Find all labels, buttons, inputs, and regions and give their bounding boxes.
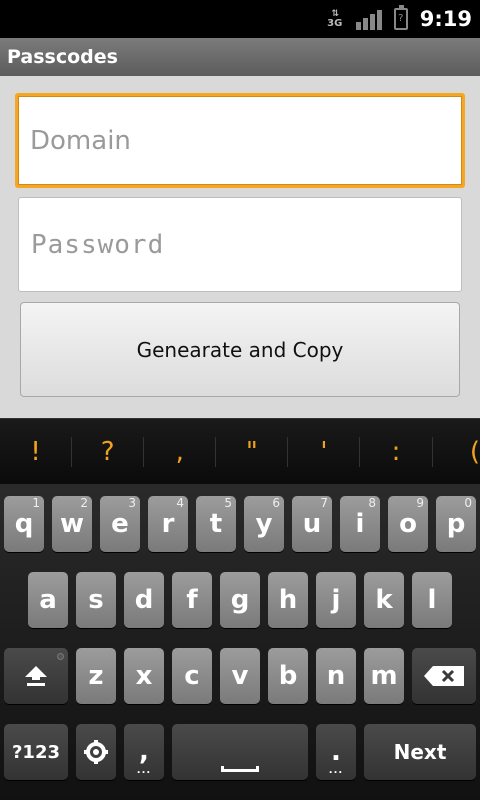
key-n[interactable]: n (316, 648, 356, 704)
domain-input[interactable] (18, 96, 462, 185)
space-key[interactable] (172, 724, 308, 780)
suggestion-item[interactable]: ? (71, 437, 143, 467)
key-c[interactable]: c (172, 648, 212, 704)
key-z[interactable]: z (76, 648, 116, 704)
key-j[interactable]: j (316, 572, 356, 628)
settings-key[interactable] (76, 724, 116, 780)
suggestion-item[interactable]: ( (431, 437, 480, 467)
key-g[interactable]: g (220, 572, 260, 628)
key-b[interactable]: b (268, 648, 308, 704)
key-m[interactable]: m (364, 648, 404, 704)
suggestion-item[interactable]: : (359, 437, 431, 467)
settings-gear-icon (84, 740, 108, 764)
suggestion-strip: ! ? , " ' : ( (0, 418, 480, 485)
key-f[interactable]: f (172, 572, 212, 628)
period-key[interactable]: .... (316, 724, 356, 780)
suggestion-item[interactable]: ! (0, 437, 71, 467)
key-v[interactable]: v (220, 648, 260, 704)
password-field[interactable] (18, 197, 462, 292)
key-a[interactable]: a (28, 572, 68, 628)
key-u[interactable]: u7 (292, 496, 332, 552)
form-area: Genearate and Copy (0, 76, 480, 418)
clock: 9:19 (419, 7, 472, 31)
suggestion-item[interactable]: ' (287, 437, 359, 467)
key-k[interactable]: k (364, 572, 404, 628)
comma-key[interactable]: ,... (124, 724, 164, 780)
next-key[interactable]: Next (364, 724, 476, 780)
key-p[interactable]: p0 (436, 496, 476, 552)
keyboard-keys: q1 w2 e3 r4 t5 y6 u7 i8 o9 p0 a s d f g … (0, 484, 480, 800)
suggestion-item[interactable]: , (143, 437, 215, 467)
more-dots-icon: ... (328, 765, 344, 776)
shift-arrow-icon (25, 666, 47, 686)
network-3g-icon: ⇅ 3G (327, 9, 343, 29)
key-r[interactable]: r4 (148, 496, 188, 552)
domain-field[interactable] (15, 93, 465, 188)
soft-keyboard: ! ? , " ' : ( q1 w2 e3 r4 t5 y6 u7 i8 o9… (0, 418, 480, 800)
key-o[interactable]: o9 (388, 496, 428, 552)
key-w[interactable]: w2 (52, 496, 92, 552)
key-d[interactable]: d (124, 572, 164, 628)
key-e[interactable]: e3 (100, 496, 140, 552)
more-dots-icon: ... (136, 765, 152, 776)
key-s[interactable]: s (76, 572, 116, 628)
key-x[interactable]: x (124, 648, 164, 704)
app-title-bar: Passcodes (0, 38, 480, 76)
signal-strength-icon (355, 8, 382, 30)
backspace-icon (424, 666, 464, 686)
key-l[interactable]: l (412, 572, 452, 628)
key-q[interactable]: q1 (4, 496, 44, 552)
key-h[interactable]: h (268, 572, 308, 628)
key-i[interactable]: i8 (340, 496, 380, 552)
key-t[interactable]: t5 (196, 496, 236, 552)
password-input[interactable] (19, 198, 461, 291)
battery-icon: ? (393, 5, 408, 30)
key-y[interactable]: y6 (244, 496, 284, 552)
space-icon (221, 766, 259, 772)
backspace-key[interactable] (412, 648, 476, 704)
status-bar: ⇅ 3G ? 9:19 (0, 0, 480, 38)
shift-lock-indicator-icon (57, 653, 64, 660)
shift-key[interactable] (4, 648, 68, 704)
suggestion-item[interactable]: " (215, 437, 287, 467)
symbols-key[interactable]: ?123 (4, 724, 68, 780)
generate-copy-button[interactable]: Genearate and Copy (20, 302, 460, 397)
app-title: Passcodes (7, 46, 118, 68)
